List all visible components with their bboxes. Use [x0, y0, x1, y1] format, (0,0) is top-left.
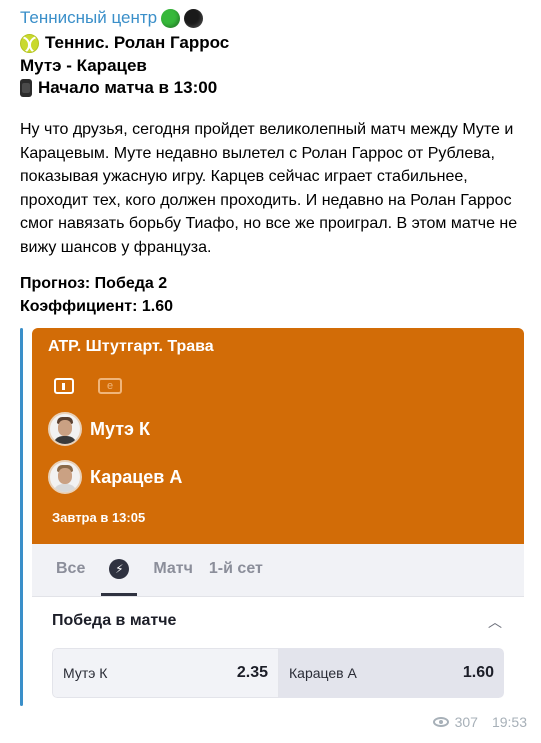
post-body: Ну что друзья, сегодня пройдет великолеп…: [20, 118, 528, 259]
start-time: Начало матча в 13:00: [38, 78, 218, 97]
avatar: [48, 460, 82, 494]
odd-value: 2.35: [236, 664, 268, 681]
odds-row: Мутэ К 2.35 Карацев А 1.60: [52, 648, 504, 698]
quote-bar: [20, 328, 23, 706]
green-circle-icon: [161, 8, 181, 28]
odd-button-player-2[interactable]: Карацев А 1.60: [279, 648, 504, 698]
player-2-name: Карацев А: [90, 466, 183, 487]
sport-title: Теннис. Ролан Гаррос: [45, 33, 230, 52]
chevron-up-icon[interactable]: ︿: [488, 612, 502, 632]
tab-all[interactable]: Все: [48, 544, 93, 596]
eye-icon: [432, 717, 449, 727]
post-meta: 307 19:53: [432, 714, 527, 730]
channel-name[interactable]: Теннисный центр: [20, 8, 157, 28]
watch-icon: [20, 79, 32, 97]
player-1: Мутэ К: [48, 412, 150, 446]
market-title: Победа в матче: [52, 612, 177, 629]
channel-header[interactable]: Теннисный центр: [20, 8, 204, 28]
league-title: ATP. Штутгарт. Трава: [48, 338, 214, 355]
view-count: 307: [454, 714, 478, 730]
market-tabs: Все ⚡ Матч 1-й сет: [32, 544, 524, 597]
player-1-name: Мутэ К: [90, 418, 150, 439]
coefficient-text: Коэффициент: 1.60: [20, 298, 173, 315]
odd-name: Карацев А: [289, 665, 357, 681]
info-icon[interactable]: [54, 378, 74, 394]
start-line: Начало матча в 13:00: [20, 78, 217, 98]
match-title: Мутэ - Карацев: [20, 56, 147, 75]
tab-match[interactable]: Матч: [145, 544, 201, 596]
tab-bolt[interactable]: ⚡: [101, 544, 138, 596]
player-2: Карацев А: [48, 460, 182, 494]
odd-value: 1.60: [462, 664, 494, 681]
match-card[interactable]: ATP. Штутгарт. Трава e Мутэ К Карацев А …: [32, 328, 524, 708]
odd-name: Мутэ К: [63, 665, 108, 681]
bolt-icon: ⚡: [109, 558, 130, 579]
forecast-text: Прогноз: Победа 2: [20, 275, 168, 292]
black-circle-icon: [184, 8, 204, 28]
odd-button-player-1[interactable]: Мутэ К 2.35: [52, 648, 279, 698]
match-line: Мутэ - Карацев: [20, 56, 147, 76]
post-time: 19:53: [491, 714, 527, 730]
match-time: Завтра в 13:05: [52, 510, 146, 525]
card-header: ATP. Штутгарт. Трава e Мутэ К Карацев А …: [32, 328, 524, 544]
forecast-block: Прогноз: Победа 2 Коэффициент: 1.60: [20, 272, 173, 318]
post-paragraph: Ну что друзья, сегодня пройдет великолеп…: [20, 121, 518, 256]
sport-line: Теннис. Ролан Гаррос: [20, 33, 229, 53]
e-icon[interactable]: e: [98, 378, 122, 394]
tab-first-set[interactable]: 1-й сет: [201, 544, 271, 596]
tennis-ball-icon: [20, 33, 39, 53]
avatar: [48, 412, 82, 446]
